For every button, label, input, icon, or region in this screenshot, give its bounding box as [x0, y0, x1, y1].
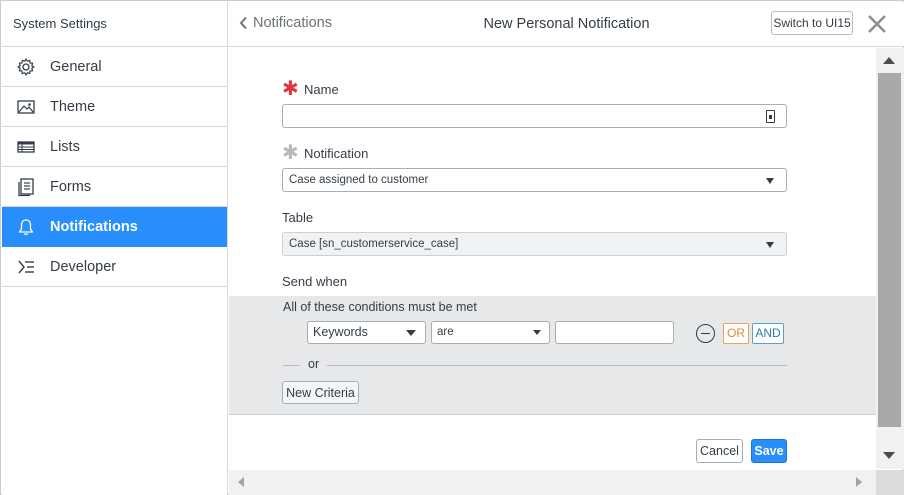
- send-when-label: Send when: [282, 274, 348, 289]
- chevron-down-icon: [406, 330, 416, 336]
- settings-dialog: System Settings General Theme Lists Form…: [0, 0, 904, 495]
- or-separator: or: [308, 357, 320, 371]
- notification-select[interactable]: Case assigned to customer: [282, 168, 787, 192]
- developer-icon: [2, 258, 50, 276]
- sidebar-item-label: General: [50, 58, 102, 75]
- name-label: ✱ Name: [282, 78, 339, 100]
- sidebar-title: System Settings: [2, 2, 227, 47]
- notification-label: ✱ Notification: [282, 142, 369, 164]
- divider: [283, 365, 300, 366]
- sidebar-item-label: Developer: [50, 258, 117, 275]
- switch-ui-button[interactable]: Switch to UI15: [771, 11, 853, 35]
- horizontal-scrollbar[interactable]: [229, 470, 876, 495]
- scroll-up-icon[interactable]: [883, 57, 895, 64]
- sidebar-item-lists[interactable]: Lists: [2, 127, 227, 167]
- notification-select-value: Case assigned to customer: [289, 174, 429, 186]
- scroll-down-icon[interactable]: [883, 452, 895, 459]
- remove-condition-icon[interactable]: [696, 324, 715, 343]
- sidebar-item-label: Theme: [50, 98, 96, 115]
- sidebar-item-theme[interactable]: Theme: [2, 87, 227, 127]
- close-icon[interactable]: [866, 13, 888, 35]
- conditions-title: All of these conditions must be met: [283, 300, 477, 314]
- sidebar: System Settings General Theme Lists Form…: [2, 2, 228, 495]
- table-select[interactable]: Case [sn_customerservice_case]: [282, 232, 787, 256]
- gear-icon: [2, 57, 50, 77]
- chevron-down-icon: [766, 178, 774, 184]
- name-label-text: Name: [304, 82, 339, 97]
- scrollbar-corner: [876, 470, 904, 495]
- or-button[interactable]: OR: [723, 323, 749, 344]
- cancel-button[interactable]: Cancel: [696, 439, 743, 463]
- chevron-down-icon: [766, 242, 774, 248]
- lookup-icon[interactable]: [766, 110, 775, 123]
- conditions-panel: All of these conditions must be met Keyw…: [229, 296, 876, 415]
- scroll-right-icon[interactable]: [856, 477, 862, 487]
- condition-operator-value: are: [437, 326, 454, 338]
- scroll-left-icon[interactable]: [238, 477, 244, 487]
- list-table-icon: [2, 139, 50, 155]
- condition-field-value: Keywords: [313, 325, 368, 339]
- form-icon: [2, 177, 50, 197]
- bell-icon: [2, 217, 50, 237]
- sidebar-item-forms[interactable]: Forms: [2, 167, 227, 207]
- condition-operator-select[interactable]: are: [431, 321, 550, 344]
- save-button[interactable]: Save: [751, 439, 787, 463]
- sidebar-item-developer[interactable]: Developer: [2, 247, 227, 287]
- and-button[interactable]: AND: [752, 323, 784, 344]
- sidebar-item-label: Notifications: [50, 218, 138, 235]
- sidebar-item-label: Forms: [50, 178, 92, 195]
- sidebar-item-label: Lists: [50, 138, 80, 155]
- scrollbar-thumb[interactable]: [878, 73, 901, 427]
- notification-label-text: Notification: [304, 146, 369, 161]
- condition-value-input[interactable]: [555, 321, 674, 344]
- form-content: ✱ Name ✱ Notification Case assigned to c…: [229, 48, 876, 469]
- sidebar-item-notifications[interactable]: Notifications: [2, 207, 227, 247]
- new-criteria-button[interactable]: New Criteria: [282, 381, 359, 404]
- image-icon: [2, 98, 50, 116]
- table-label: Table: [282, 210, 314, 225]
- vertical-scrollbar[interactable]: [876, 48, 904, 469]
- condition-field-select[interactable]: Keywords: [307, 321, 426, 344]
- name-input[interactable]: [282, 104, 787, 128]
- dialog-header: Notifications New Personal Notification …: [229, 2, 904, 47]
- table-select-value: Case [sn_customerservice_case]: [289, 238, 459, 250]
- chevron-down-icon: [533, 330, 541, 335]
- required-icon: ✱: [282, 78, 299, 100]
- divider: [327, 365, 787, 366]
- required-icon: ✱: [282, 142, 299, 164]
- sidebar-item-general[interactable]: General: [2, 47, 227, 87]
